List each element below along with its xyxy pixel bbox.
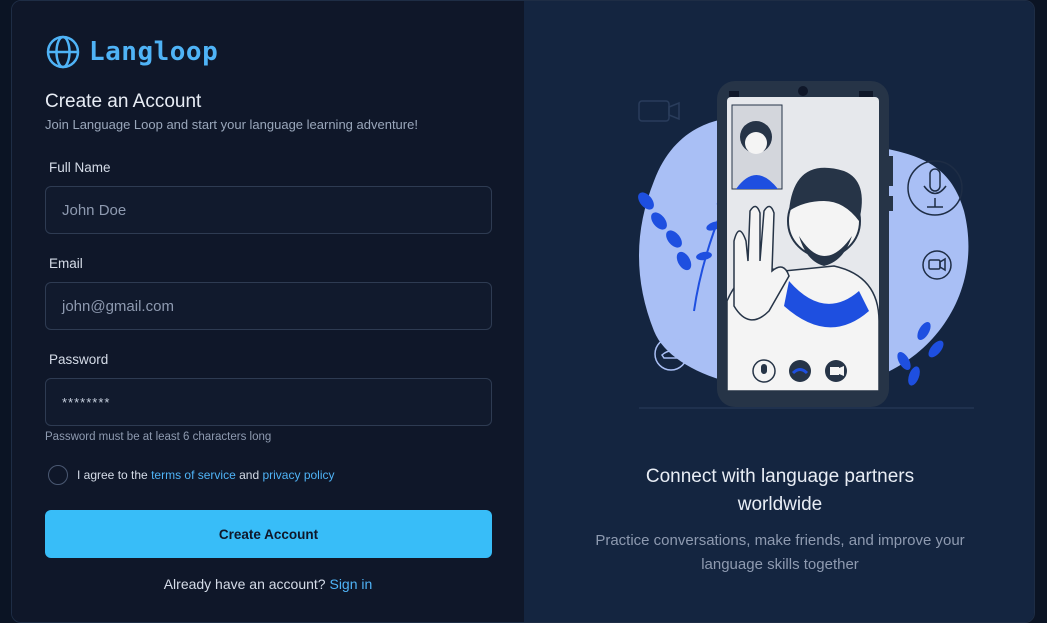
terms-agreement: I agree to the terms of service and priv…: [48, 465, 335, 485]
brand-name: Langloop: [89, 37, 219, 67]
signin-prompt-text: Already have an account?: [163, 576, 326, 592]
signin-prompt: Already have an account? Sign in: [12, 576, 524, 592]
agree-prefix: I agree to the: [77, 468, 148, 482]
page-subtitle: Join Language Loop and start your langua…: [45, 117, 418, 132]
agree-and: and: [239, 468, 260, 482]
brand-logo[interactable]: Langloop: [45, 34, 218, 70]
page-title: Create an Account: [45, 91, 202, 112]
terms-checkbox[interactable]: [48, 465, 68, 485]
video-call-illustration: [638, 81, 974, 409]
signup-form-panel: Langloop Create an Account Join Language…: [12, 1, 524, 622]
sign-in-link[interactable]: Sign in: [329, 576, 372, 592]
password-hint: Password must be at least 6 characters l…: [45, 431, 272, 443]
promo-title: Connect with language partners worldwide: [645, 466, 915, 515]
password-input[interactable]: ********: [45, 378, 492, 426]
password-label: Password: [49, 352, 109, 367]
promo-panel: Connect with language partners worldwide…: [524, 1, 1034, 622]
create-account-button[interactable]: Create Account: [45, 510, 492, 558]
signup-card: Langloop Create an Account Join Language…: [11, 0, 1035, 623]
promo-subtitle: Practice conversations, make friends, an…: [595, 532, 965, 573]
terms-of-service-link[interactable]: terms of service: [151, 468, 236, 482]
privacy-policy-link[interactable]: privacy policy: [262, 468, 334, 482]
globe-icon: [46, 35, 80, 69]
full-name-label: Full Name: [49, 160, 111, 175]
full-name-input[interactable]: John Doe: [45, 186, 492, 234]
email-label: Email: [49, 256, 83, 271]
email-input[interactable]: john@gmail.com: [45, 282, 492, 330]
